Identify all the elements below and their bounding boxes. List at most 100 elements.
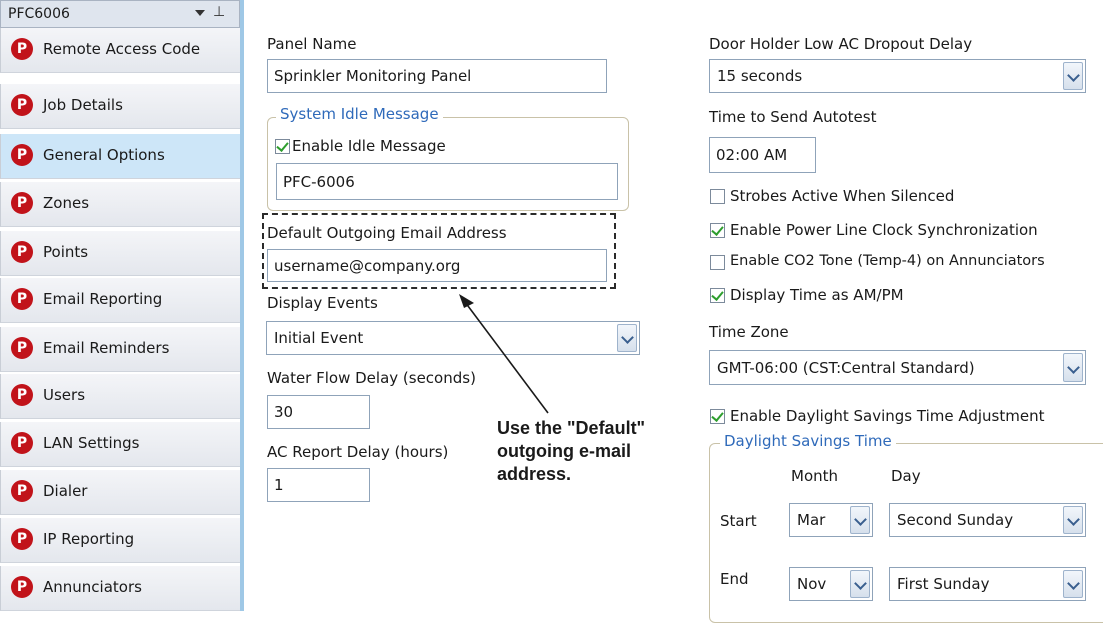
dropdown-button[interactable] bbox=[1063, 570, 1083, 598]
checkmark-icon bbox=[711, 223, 724, 236]
display-events-select[interactable]: Initial Event bbox=[266, 321, 640, 355]
system-idle-message-legend: System Idle Message bbox=[276, 105, 443, 123]
checkmark-icon bbox=[711, 409, 724, 422]
panel-logo-icon: P bbox=[11, 38, 33, 60]
panel-logo-icon: P bbox=[11, 480, 33, 502]
water-flow-delay-label: Water Flow Delay (seconds) bbox=[267, 369, 476, 387]
sidebar-item-ip-reporting[interactable]: P IP Reporting bbox=[0, 518, 240, 563]
daylight-savings-legend: Daylight Savings Time bbox=[720, 432, 896, 450]
water-flow-delay-input[interactable]: 30 bbox=[267, 395, 370, 429]
chevron-down-icon bbox=[854, 577, 867, 590]
panel-logo-icon: P bbox=[11, 144, 33, 166]
sidebar-item-email-reporting[interactable]: P Email Reporting bbox=[0, 278, 240, 323]
panel-name-label: Panel Name bbox=[267, 35, 357, 53]
sidebar-item-label: General Options bbox=[43, 146, 165, 164]
start-month-value: Mar bbox=[797, 511, 826, 529]
end-day-select[interactable]: First Sunday bbox=[889, 567, 1086, 601]
sidebar-item-lan-settings[interactable]: P LAN Settings bbox=[0, 422, 240, 467]
chevron-down-icon bbox=[1067, 577, 1080, 590]
sidebar-item-email-reminders[interactable]: P Email Reminders bbox=[0, 327, 240, 372]
checkmark-icon bbox=[276, 139, 289, 152]
door-holder-value: 15 seconds bbox=[717, 67, 803, 85]
chevron-down-icon bbox=[621, 331, 634, 344]
display-events-value: Initial Event bbox=[274, 329, 364, 347]
dst-enable-checkbox[interactable] bbox=[710, 409, 725, 424]
dropdown-button[interactable] bbox=[850, 506, 870, 534]
end-month-select[interactable]: Nov bbox=[789, 567, 873, 601]
sidebar-item-label: Remote Access Code bbox=[43, 40, 201, 58]
sidebar-item-label: Annunciators bbox=[43, 578, 142, 596]
panel-logo-icon: P bbox=[11, 576, 33, 598]
panel-logo-icon: P bbox=[11, 384, 33, 406]
start-day-select[interactable]: Second Sunday bbox=[889, 503, 1086, 537]
sidebar-item-annunciators[interactable]: P Annunciators bbox=[0, 566, 240, 611]
ac-report-delay-label: AC Report Delay (hours) bbox=[267, 443, 449, 461]
sidebar-item-users[interactable]: P Users bbox=[0, 374, 240, 419]
end-label: End bbox=[720, 570, 749, 588]
panel-logo-icon: P bbox=[11, 94, 33, 116]
sidebar-item-job-details[interactable]: P Job Details bbox=[0, 84, 240, 129]
sidebar-item-points[interactable]: P Points bbox=[0, 231, 240, 276]
time-zone-select[interactable]: GMT-06:00 (CST:Central Standard) bbox=[709, 350, 1086, 385]
display-ampm-label: Display Time as AM/PM bbox=[730, 286, 904, 304]
strobes-active-label: Strobes Active When Silenced bbox=[730, 187, 955, 205]
default-email-label: Default Outgoing Email Address bbox=[267, 224, 507, 242]
panel-name-input[interactable]: Sprinkler Monitoring Panel bbox=[267, 59, 607, 93]
callout-line: address. bbox=[497, 464, 572, 484]
time-zone-value: GMT-06:00 (CST:Central Standard) bbox=[717, 358, 975, 377]
power-line-sync-checkbox[interactable] bbox=[710, 223, 725, 238]
door-holder-select[interactable]: 15 seconds bbox=[709, 59, 1086, 93]
time-zone-label: Time Zone bbox=[709, 323, 789, 341]
panel-logo-icon: P bbox=[11, 432, 33, 454]
pin-icon[interactable]: ⊥ bbox=[213, 4, 225, 20]
idle-message-input[interactable]: PFC-6006 bbox=[276, 163, 618, 200]
sidebar-item-dialer[interactable]: P Dialer bbox=[0, 470, 240, 515]
autotest-time-input[interactable]: 02:00 AM bbox=[709, 137, 816, 173]
start-label: Start bbox=[720, 512, 757, 530]
dropdown-button[interactable] bbox=[1063, 62, 1083, 90]
dst-enable-label: Enable Daylight Savings Time Adjustment bbox=[730, 407, 1045, 425]
sidebar-item-label: Dialer bbox=[43, 482, 88, 500]
ac-report-delay-input[interactable]: 1 bbox=[267, 468, 370, 502]
start-day-value: Second Sunday bbox=[897, 511, 1014, 529]
display-ampm-checkbox[interactable] bbox=[710, 288, 725, 303]
sidebar-item-zones[interactable]: P Zones bbox=[0, 182, 240, 227]
sidebar-item-remote-access-code[interactable]: P Remote Access Code bbox=[0, 28, 240, 73]
dropdown-button[interactable] bbox=[1063, 353, 1083, 382]
start-month-select[interactable]: Mar bbox=[789, 503, 873, 537]
callout-line: Use the "Default" bbox=[497, 418, 646, 438]
dropdown-button[interactable] bbox=[617, 324, 637, 352]
power-line-sync-label: Enable Power Line Clock Synchronization bbox=[730, 221, 1038, 239]
panel-selector-title: PFC6006 bbox=[8, 6, 70, 22]
panel-logo-icon: P bbox=[11, 192, 33, 214]
strobes-active-checkbox[interactable] bbox=[710, 189, 725, 204]
autotest-time-label: Time to Send Autotest bbox=[709, 108, 877, 126]
navigation-sidebar: PFC6006 ⊥ P Remote Access Code P Job Det… bbox=[0, 0, 244, 611]
dropdown-button[interactable] bbox=[850, 570, 870, 598]
enable-idle-message-checkbox[interactable] bbox=[275, 139, 290, 154]
callout-line: outgoing e-mail bbox=[497, 441, 631, 461]
sidebar-item-label: Email Reporting bbox=[43, 290, 163, 308]
co2-tone-checkbox[interactable] bbox=[710, 255, 725, 270]
sidebar-item-label: Email Reminders bbox=[43, 339, 170, 357]
dropdown-arrow-icon[interactable] bbox=[195, 10, 205, 16]
dropdown-button[interactable] bbox=[1063, 506, 1083, 534]
sidebar-item-label: Zones bbox=[43, 194, 90, 212]
sidebar-splitter[interactable] bbox=[240, 0, 244, 611]
enable-idle-message-label: Enable Idle Message bbox=[292, 137, 446, 155]
sidebar-item-label: Job Details bbox=[43, 96, 123, 114]
sidebar-item-general-options[interactable]: P General Options bbox=[0, 134, 240, 179]
door-holder-label: Door Holder Low AC Dropout Delay bbox=[709, 35, 973, 53]
chevron-down-icon bbox=[1067, 360, 1080, 374]
sidebar-item-label: LAN Settings bbox=[43, 434, 140, 452]
default-email-input[interactable]: username@company.org bbox=[267, 249, 607, 282]
month-header: Month bbox=[791, 467, 839, 485]
panel-logo-icon: P bbox=[11, 288, 33, 310]
sidebar-item-label: IP Reporting bbox=[43, 530, 135, 548]
end-day-value: First Sunday bbox=[897, 575, 990, 593]
checkmark-icon bbox=[711, 288, 724, 301]
panel-logo-icon: P bbox=[11, 528, 33, 550]
co2-tone-label: Enable CO2 Tone (Temp-4) on Annunciators bbox=[730, 253, 1045, 269]
chevron-down-icon bbox=[854, 513, 867, 526]
sidebar-item-label: Points bbox=[43, 243, 89, 261]
